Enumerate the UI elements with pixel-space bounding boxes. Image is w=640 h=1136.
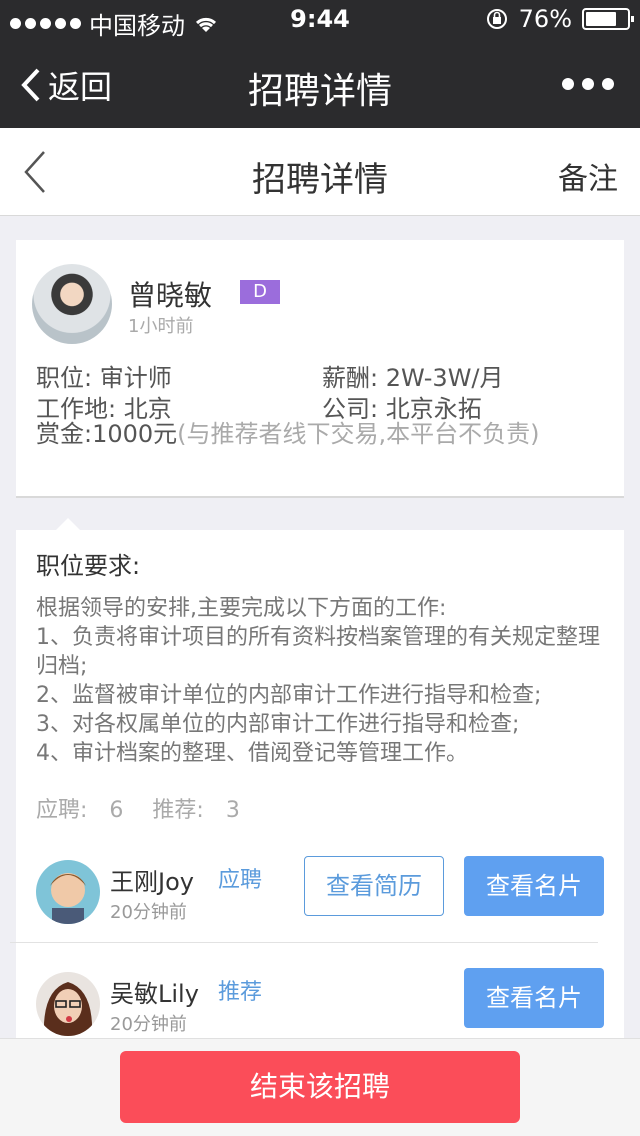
- avatar[interactable]: [36, 972, 100, 1036]
- view-resume-button[interactable]: 查看简历: [304, 856, 444, 916]
- position-value: 审计师: [99, 364, 172, 392]
- applied-value: 6: [109, 798, 124, 823]
- top-nav: 返回 招聘详情: [0, 40, 640, 128]
- reward-value: 1000元: [92, 420, 178, 448]
- more-button[interactable]: [562, 78, 614, 90]
- more-dot-icon: [562, 78, 574, 90]
- candidate-time: 20分钟前: [110, 1014, 187, 1035]
- recommended-count: 推荐: 3: [152, 798, 239, 823]
- requirement-line: 1、负责将审计项目的所有资料按档案管理的有关规定整理归档;: [36, 625, 600, 679]
- status-right: 76%: [485, 5, 634, 33]
- view-card-button[interactable]: 查看名片: [464, 856, 604, 916]
- candidate-type: 应聘: [218, 868, 263, 893]
- recommended-value: 3: [225, 798, 240, 823]
- level-badge: D: [240, 280, 280, 304]
- more-dot-icon: [582, 78, 594, 90]
- requirement-line: 3、对各权属单位的内部审计工作进行指导和检查;: [36, 712, 520, 737]
- avatar-image: [36, 860, 100, 924]
- requirement-line: 根据领导的安排,主要完成以下方面的工作:: [36, 596, 447, 621]
- card-notch: [56, 518, 80, 530]
- view-card-button[interactable]: 查看名片: [464, 968, 604, 1028]
- poster-name: 曾晓敏: [128, 279, 213, 312]
- reward-note: (与推荐者线下交易,本平台不负责): [177, 420, 540, 448]
- applied-count: 应聘: 6: [36, 798, 123, 823]
- avatar[interactable]: [32, 264, 112, 344]
- counts-row: 应聘: 6 推荐: 3: [36, 792, 240, 824]
- status-bar: 中国移动 9:44 76%: [0, 0, 640, 40]
- page-header: 招聘详情 备注: [0, 128, 640, 216]
- page-title: 招聘详情: [252, 160, 388, 200]
- battery-icon: [582, 8, 634, 30]
- nav-title: 招聘详情: [247, 71, 392, 112]
- avatar-image: [36, 972, 100, 1036]
- avatar[interactable]: [36, 860, 100, 924]
- bottom-bar: 结束该招聘: [0, 1038, 640, 1136]
- requirements-card: 职位要求: 根据领导的安排,主要完成以下方面的工作: 1、负责将审计项目的所有资…: [16, 518, 624, 1070]
- rotation-lock-icon: [486, 9, 507, 29]
- position-row: 职位: 审计师: [36, 358, 172, 393]
- reward-row: 赏金:1000元(与推荐者线下交易,本平台不负责): [36, 418, 606, 450]
- note-button[interactable]: 备注: [558, 154, 618, 198]
- candidate-name: 王刚Joy: [110, 868, 194, 896]
- more-dot-icon: [602, 78, 614, 90]
- salary-row: 薪酬: 2W-3W/月: [322, 358, 504, 393]
- reward-label: 赏金:: [36, 420, 93, 448]
- divider: [10, 942, 598, 943]
- requirement-line: 2、监督被审计单位的内部审计工作进行指导和检查;: [36, 683, 542, 708]
- applied-label: 应聘:: [36, 798, 88, 823]
- end-recruitment-button[interactable]: 结束该招聘: [120, 1051, 520, 1123]
- requirements-title: 职位要求:: [36, 552, 141, 580]
- battery-percent: 76%: [518, 5, 572, 33]
- requirements-body: 根据领导的安排,主要完成以下方面的工作: 1、负责将审计项目的所有资料按档案管理…: [36, 594, 611, 768]
- candidate-type: 推荐: [218, 980, 263, 1005]
- salary-label: 薪酬:: [322, 364, 379, 392]
- candidate-name: 吴敏Lily: [110, 980, 199, 1008]
- salary-value: 2W-3W/月: [385, 364, 504, 392]
- position-label: 职位:: [36, 364, 93, 392]
- post-time: 1小时前: [128, 316, 194, 337]
- candidate-time: 20分钟前: [110, 902, 187, 923]
- list-item: 王刚Joy 应聘 20分钟前 查看简历 查看名片: [26, 856, 614, 970]
- poster-card: 曾晓敏 D 1小时前 职位: 审计师 薪酬: 2W-3W/月 工作地: 北京 公…: [16, 240, 624, 498]
- requirement-line: 4、审计档案的整理、借阅登记等管理工作。: [36, 741, 468, 766]
- recommended-label: 推荐:: [152, 798, 204, 823]
- battery-level: [586, 12, 616, 26]
